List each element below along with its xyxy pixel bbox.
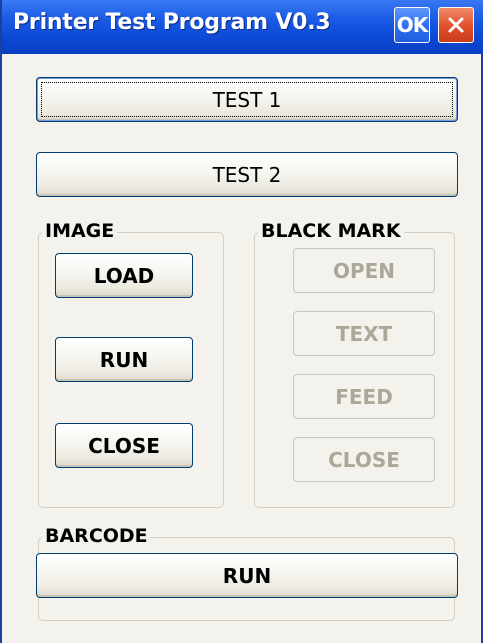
barcode-group-label: BARCODE [42, 525, 151, 547]
test-1-button[interactable]: TEST 1 [36, 77, 458, 122]
ok-button[interactable]: OK [394, 7, 430, 43]
black-mark-feed-label: FEED [335, 384, 393, 409]
black-mark-text-label: TEXT [335, 321, 393, 346]
black-mark-open-label: OPEN [332, 258, 396, 283]
black-mark-text-button: TEXT [293, 311, 435, 356]
test-2-button[interactable]: TEST 2 [36, 152, 458, 197]
black-mark-group-label: BLACK MARK [258, 220, 404, 242]
title-bar[interactable]: Printer Test Program V0.3 OK [2, 0, 483, 54]
test-1-label: TEST 1 [212, 87, 282, 112]
black-mark-feed-button: FEED [293, 374, 435, 419]
barcode-run-label: RUN [222, 563, 272, 588]
image-group-label: IMAGE [42, 220, 118, 242]
close-x-icon [446, 15, 466, 35]
image-load-button[interactable]: LOAD [55, 253, 193, 298]
image-run-label: RUN [99, 347, 149, 372]
image-run-button[interactable]: RUN [55, 337, 193, 382]
window-close-button[interactable] [438, 7, 474, 43]
test-2-label: TEST 2 [212, 162, 282, 187]
app-window: Printer Test Program V0.3 OK TEST 1 TEST… [0, 0, 483, 643]
black-mark-close-button: CLOSE [293, 437, 435, 482]
image-close-button[interactable]: CLOSE [55, 423, 193, 468]
black-mark-close-label: CLOSE [328, 447, 400, 472]
image-load-label: LOAD [93, 263, 155, 288]
black-mark-open-button: OPEN [293, 248, 435, 293]
barcode-run-button[interactable]: RUN [36, 553, 458, 598]
window-title: Printer Test Program V0.3 [13, 10, 331, 35]
image-close-label: CLOSE [88, 433, 160, 458]
